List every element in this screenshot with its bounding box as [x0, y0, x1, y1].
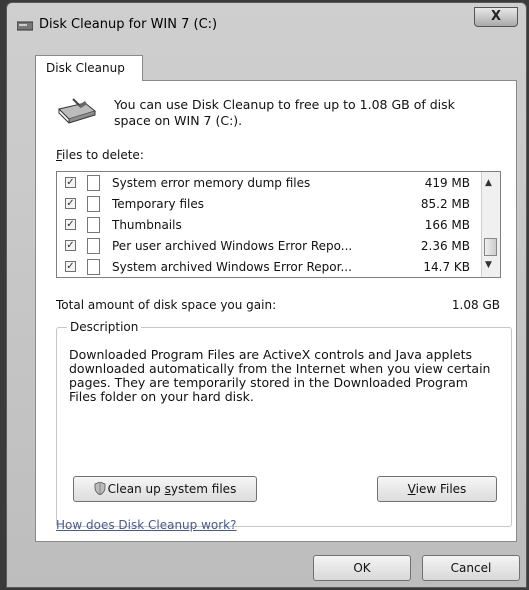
list-item[interactable]: ✓ Per user archived Windows Error Repo..…: [57, 236, 482, 257]
view-files-button[interactable]: View Files: [377, 476, 497, 502]
window-title: Disk Cleanup for WIN 7 (C:): [39, 17, 218, 32]
tab-disk-cleanup[interactable]: Disk Cleanup: [35, 55, 143, 81]
help-link-text: How does Disk Cleanup work?: [56, 518, 237, 532]
view-files-rest: iew Files: [415, 482, 467, 496]
tab-panel: You can use Disk Cleanup to free up to 1…: [35, 80, 517, 542]
checkbox[interactable]: ✓: [65, 198, 76, 209]
file-size: 2.36 MB: [420, 239, 470, 253]
disk-cleanup-icon: [17, 21, 33, 31]
file-name: System error memory dump files: [112, 176, 311, 190]
file-name: Per user archived Windows Error Repo...: [112, 239, 353, 253]
file-icon: [87, 217, 100, 233]
checkbox[interactable]: ✓: [65, 261, 76, 272]
file-size: 14.7 KB: [423, 260, 470, 274]
cleanup-label-pre: Clean up: [107, 482, 165, 496]
description-group: Description Downloaded Program Files are…: [56, 320, 512, 527]
list-item[interactable]: ✓ System archived Windows Error Repor...…: [57, 257, 482, 277]
file-size: 166 MB: [424, 218, 470, 232]
file-icon: [87, 238, 100, 254]
scroll-down-icon[interactable]: ▼: [485, 260, 492, 270]
description-legend: Description: [67, 320, 142, 334]
file-icon: [87, 259, 100, 275]
view-files-accel: V: [407, 482, 416, 496]
intro-text: You can use Disk Cleanup to free up to 1…: [114, 97, 455, 128]
file-size: 419 MB: [424, 176, 470, 190]
files-to-delete-label: Files to delete:: [56, 148, 144, 162]
help-link[interactable]: How does Disk Cleanup work?: [56, 518, 237, 532]
title-bar[interactable]: Disk Cleanup for WIN 7 (C:) X: [7, 3, 526, 41]
description-text: Downloaded Program Files are ActiveX con…: [69, 347, 491, 404]
checkbox[interactable]: ✓: [65, 177, 76, 188]
shield-icon: [94, 482, 106, 495]
file-icon: [87, 196, 100, 212]
total-space-label: Total amount of disk space you gain:: [56, 298, 277, 312]
list-item[interactable]: ✓ System error memory dump files 419 MB: [57, 173, 482, 194]
disk-cleanup-drive-icon: [58, 98, 97, 124]
disk-cleanup-window: Disk Cleanup for WIN 7 (C:) X Disk Clean…: [6, 2, 527, 588]
list-item[interactable]: ✓ Temporary files 85.2 MB: [57, 194, 482, 215]
clean-up-system-files-button[interactable]: Clean up system files: [73, 476, 257, 502]
list-item[interactable]: ✓ Thumbnails 166 MB: [57, 215, 482, 236]
cleanup-label-post: ystem files: [170, 482, 237, 496]
file-name: Thumbnails: [112, 218, 182, 232]
file-name: System archived Windows Error Repor...: [112, 260, 352, 274]
file-name: Temporary files: [112, 197, 204, 211]
file-size: 85.2 MB: [420, 197, 470, 211]
checkbox[interactable]: ✓: [65, 219, 76, 230]
scrollbar-thumb[interactable]: [484, 238, 497, 256]
file-icon: [87, 175, 100, 191]
total-space-value: 1.08 GB: [451, 298, 500, 312]
checkbox[interactable]: ✓: [65, 240, 76, 251]
close-button[interactable]: X: [474, 7, 518, 27]
files-list[interactable]: ✓ System error memory dump files 419 MB …: [56, 171, 501, 278]
ok-button[interactable]: OK: [313, 555, 411, 581]
files-label-rest: iles to delete:: [62, 148, 144, 162]
list-scrollbar[interactable]: ▲ ▼: [481, 172, 500, 277]
cancel-button[interactable]: Cancel: [422, 555, 520, 581]
scroll-up-icon[interactable]: ▲: [485, 178, 492, 188]
